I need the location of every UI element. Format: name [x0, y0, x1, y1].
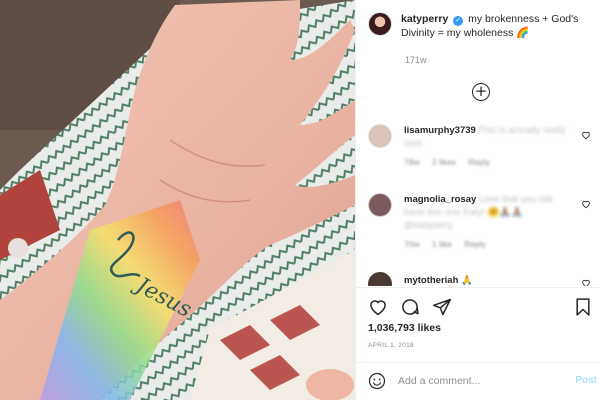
comment-heart-icon[interactable]: [581, 130, 591, 140]
comment-likes[interactable]: 2 likes: [432, 157, 456, 167]
comment-heart-icon[interactable]: [581, 199, 591, 209]
comment-time[interactable]: 78w: [404, 157, 420, 167]
comment-reply[interactable]: Reply: [468, 157, 490, 167]
comment-body: lisamurphy3739 This is actually really c…: [404, 124, 569, 169]
photo-hand-rainbow-tattoo: Jesus: [0, 0, 355, 400]
divider: [356, 287, 600, 288]
action-bar: [368, 297, 593, 317]
comment-meta: 78w 2 likes Reply: [404, 156, 569, 169]
post-date[interactable]: APRIL 1, 2018: [368, 342, 414, 349]
post-sidebar: katyperry ✓ my brokenness + God's Divini…: [355, 0, 600, 400]
caption-row: katyperry ✓ my brokenness + God's Divini…: [368, 12, 593, 40]
comment-username[interactable]: mytotheriah: [404, 275, 458, 286]
plus-circle-icon[interactable]: +: [472, 83, 490, 101]
comment-item: mytotheriah 🙏: [368, 272, 593, 286]
likes-count[interactable]: 1,036,793 likes: [368, 322, 441, 334]
comment-username[interactable]: magnolia_rosay: [404, 194, 476, 205]
post-photo[interactable]: Jesus: [0, 0, 355, 400]
comment-avatar[interactable]: [368, 193, 392, 217]
share-icon[interactable]: [432, 297, 452, 317]
comment-heart-icon[interactable]: [581, 278, 591, 286]
comment-meta: 70w 1 like Reply: [404, 238, 569, 251]
heart-icon[interactable]: [368, 297, 388, 317]
comment-username[interactable]: lisamurphy3739: [404, 125, 476, 136]
comment-body: magnolia_rosay Love that you still have …: [404, 193, 569, 251]
caption-username[interactable]: katyperry: [401, 13, 448, 25]
avatar[interactable]: [368, 12, 392, 36]
verified-badge-icon: ✓: [453, 16, 464, 26]
comment-icon[interactable]: [400, 297, 420, 317]
comment-item: lisamurphy3739 This is actually really c…: [368, 124, 593, 169]
post-comment-button[interactable]: Post: [575, 375, 597, 386]
comment-body: mytotheriah 🙏: [404, 274, 569, 286]
comment-avatar[interactable]: [368, 272, 392, 286]
comment-item: magnolia_rosay Love that you still have …: [368, 193, 593, 251]
caption-emoji: 🌈: [516, 27, 530, 39]
caption-timestamp[interactable]: 171w: [405, 55, 427, 65]
bookmark-icon[interactable]: [573, 297, 593, 317]
comment-input[interactable]: Add a comment...: [398, 375, 480, 387]
comment-box: Add a comment... Post: [356, 363, 600, 400]
comment-reply[interactable]: Reply: [464, 239, 486, 249]
comment-time[interactable]: 70w: [404, 239, 420, 249]
comment-text: 🙏: [461, 275, 473, 286]
comment-avatar[interactable]: [368, 124, 392, 148]
comment-likes[interactable]: 1 like: [432, 239, 452, 249]
caption-text: katyperry ✓ my brokenness + God's Divini…: [401, 12, 593, 40]
emoji-icon[interactable]: [368, 372, 386, 390]
